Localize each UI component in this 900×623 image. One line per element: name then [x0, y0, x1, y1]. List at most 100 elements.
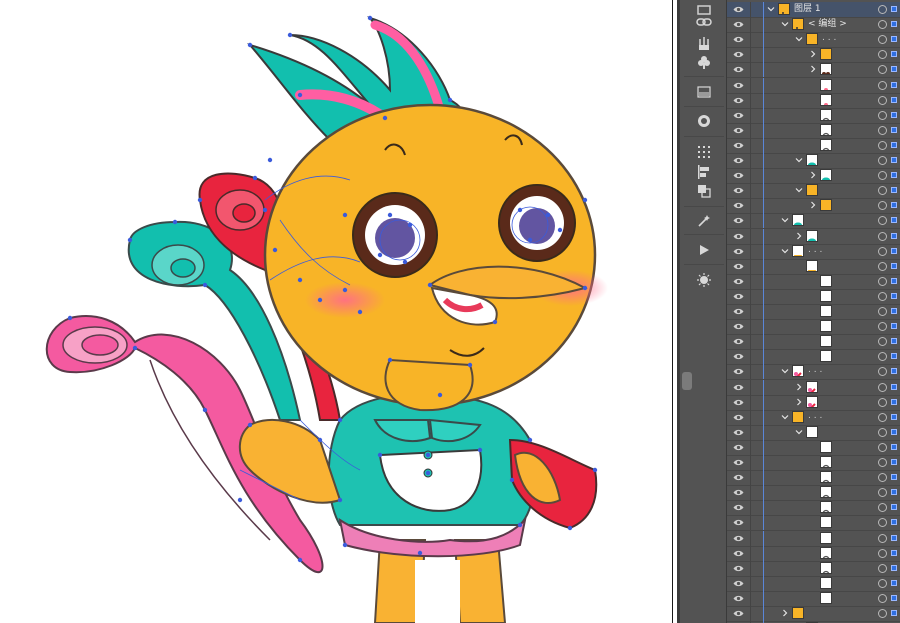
visibility-eye-icon[interactable] — [733, 323, 744, 330]
lock-toggle[interactable] — [750, 92, 751, 108]
selection-indicator[interactable] — [891, 594, 897, 601]
chevron-right-icon[interactable] — [809, 50, 817, 58]
layer-name[interactable]: . . . — [808, 410, 822, 423]
target-circle-icon[interactable] — [878, 593, 887, 603]
selection-indicator[interactable] — [891, 383, 897, 390]
visibility-eye-icon[interactable] — [733, 595, 744, 602]
lock-toggle[interactable] — [750, 153, 751, 168]
target-circle-icon[interactable] — [878, 125, 887, 135]
lock-toggle[interactable] — [750, 530, 751, 546]
visibility-eye-icon[interactable] — [733, 565, 744, 572]
selection-indicator[interactable] — [891, 6, 897, 12]
lock-toggle[interactable] — [750, 47, 751, 63]
links-icon[interactable] — [694, 12, 714, 32]
selection-indicator[interactable] — [891, 474, 897, 481]
lock-toggle[interactable] — [750, 258, 751, 274]
visibility-eye-icon[interactable] — [733, 459, 744, 466]
layer-row[interactable] — [727, 394, 900, 411]
selection-indicator[interactable] — [891, 549, 897, 556]
layer-row[interactable] — [727, 424, 900, 441]
target-circle-icon[interactable] — [878, 95, 887, 105]
target-circle-icon[interactable] — [878, 156, 887, 165]
target-circle-icon[interactable] — [878, 488, 887, 498]
lock-toggle[interactable] — [750, 273, 751, 289]
layer-row[interactable]: 图层 1 — [727, 2, 900, 18]
layer-name[interactable]: . . . — [808, 364, 822, 377]
target-circle-icon[interactable] — [878, 35, 887, 45]
selection-indicator[interactable] — [891, 579, 897, 586]
club-symbol-icon[interactable] — [694, 52, 714, 72]
visibility-eye-icon[interactable] — [733, 187, 744, 194]
layer-row[interactable] — [727, 198, 900, 215]
lock-toggle[interactable] — [750, 545, 751, 561]
lock-toggle[interactable] — [750, 198, 751, 214]
visibility-eye-icon[interactable] — [733, 36, 744, 43]
target-circle-icon[interactable] — [878, 110, 887, 120]
layer-row[interactable] — [727, 77, 900, 94]
lock-toggle[interactable] — [750, 213, 751, 229]
chevron-down-icon[interactable] — [795, 428, 803, 436]
layer-row[interactable] — [727, 590, 900, 607]
visibility-eye-icon[interactable] — [733, 6, 744, 13]
target-circle-icon[interactable] — [878, 50, 887, 60]
visibility-eye-icon[interactable] — [733, 399, 744, 406]
chevron-down-icon[interactable] — [781, 247, 789, 255]
visibility-eye-icon[interactable] — [733, 217, 744, 224]
target-circle-icon[interactable] — [878, 397, 887, 407]
selection-indicator[interactable] — [891, 247, 897, 254]
visibility-eye-icon[interactable] — [733, 353, 744, 360]
lock-toggle[interactable] — [750, 32, 751, 48]
lock-toggle[interactable] — [750, 183, 751, 199]
layer-row[interactable] — [727, 379, 900, 396]
layer-row[interactable] — [727, 107, 900, 124]
selection-indicator[interactable] — [891, 262, 897, 269]
target-circle-icon[interactable] — [878, 186, 887, 196]
layer-row[interactable] — [727, 258, 900, 275]
layer-row[interactable] — [727, 530, 900, 547]
target-circle-icon[interactable] — [878, 352, 887, 362]
selection-indicator[interactable] — [891, 564, 897, 571]
visibility-eye-icon[interactable] — [733, 127, 744, 134]
play-icon[interactable] — [694, 240, 714, 260]
lock-toggle[interactable] — [750, 319, 751, 335]
target-circle-icon[interactable] — [878, 80, 887, 90]
visibility-eye-icon[interactable] — [733, 112, 744, 119]
layer-name[interactable]: 图层 1 — [794, 3, 821, 16]
target-circle-icon[interactable] — [878, 548, 887, 558]
selection-indicator[interactable] — [891, 277, 897, 284]
selection-indicator[interactable] — [891, 428, 897, 435]
selection-indicator[interactable] — [891, 126, 897, 133]
selection-indicator[interactable] — [891, 292, 897, 299]
layer-row[interactable] — [727, 334, 900, 351]
chevron-down-icon[interactable] — [767, 5, 775, 13]
selection-indicator[interactable] — [891, 398, 897, 405]
lock-toggle[interactable] — [750, 168, 751, 184]
chevron-down-icon[interactable] — [781, 20, 789, 28]
target-circle-icon[interactable] — [878, 261, 887, 271]
layer-row[interactable] — [727, 349, 900, 366]
lock-toggle[interactable] — [750, 349, 751, 365]
visibility-eye-icon[interactable] — [733, 429, 744, 436]
visibility-eye-icon[interactable] — [733, 82, 744, 89]
visibility-eye-icon[interactable] — [733, 202, 744, 209]
target-circle-icon[interactable] — [878, 503, 887, 513]
selection-indicator[interactable] — [891, 413, 897, 420]
layer-row[interactable] — [727, 304, 900, 320]
lock-toggle[interactable] — [750, 107, 751, 123]
layer-row[interactable] — [727, 228, 900, 245]
selection-indicator[interactable] — [891, 353, 897, 360]
chevron-down-icon[interactable] — [795, 186, 803, 194]
selection-indicator[interactable] — [891, 459, 897, 465]
selection-indicator[interactable] — [891, 443, 897, 450]
target-circle-icon[interactable] — [878, 337, 887, 347]
color-guide-icon[interactable] — [694, 111, 714, 131]
visibility-eye-icon[interactable] — [733, 248, 744, 255]
lock-toggle[interactable] — [750, 228, 751, 244]
target-circle-icon[interactable] — [878, 140, 887, 150]
gradient-icon[interactable] — [694, 82, 714, 102]
layer-row[interactable] — [727, 485, 900, 502]
layer-row[interactable] — [727, 183, 900, 200]
layer-row[interactable] — [727, 137, 900, 154]
layer-name[interactable]: < 编组 > — [808, 18, 847, 31]
target-circle-icon[interactable] — [878, 231, 887, 241]
